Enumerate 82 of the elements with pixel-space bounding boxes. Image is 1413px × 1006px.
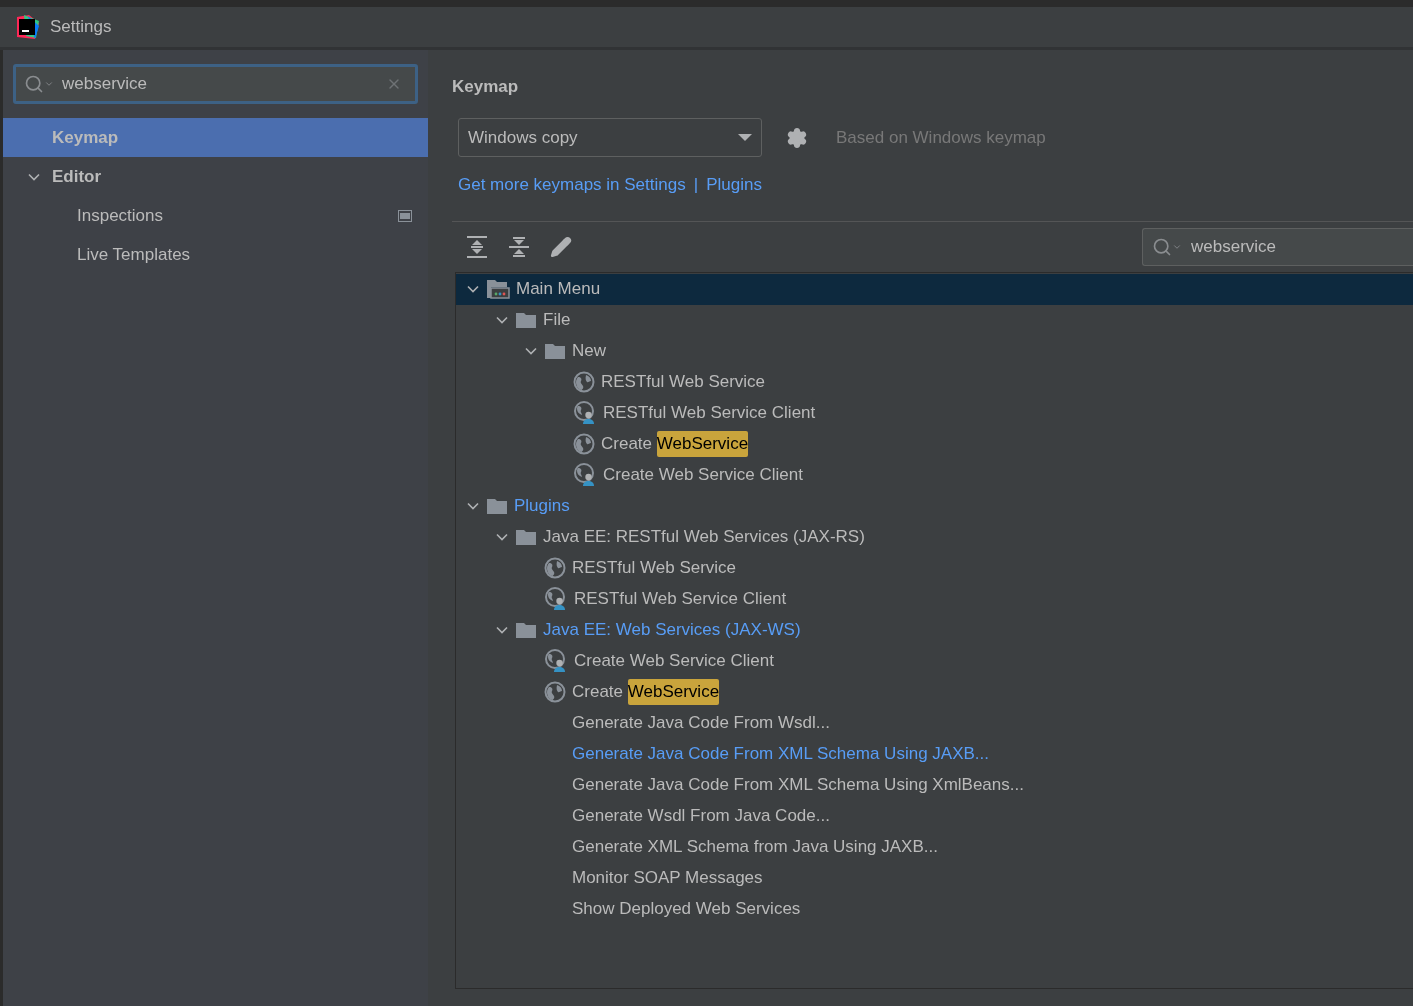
globe-icon	[573, 433, 595, 455]
action-label: RESTful Web Service	[572, 557, 737, 580]
nav-label: Inspections	[77, 204, 163, 227]
action-label: New	[572, 340, 606, 363]
folder-icon	[515, 621, 537, 639]
caret-icon	[738, 133, 752, 142]
tree-row[interactable]: Generate XML Schema from Java Using JAXB...	[456, 831, 1413, 863]
tree-row[interactable]: File	[456, 304, 1413, 336]
settings-search-field[interactable]: webservice	[13, 64, 418, 104]
action-label: Create Web Service Client	[574, 650, 774, 673]
tree-row[interactable]: Show Deployed Web Services	[456, 893, 1413, 925]
tree-row[interactable]: Java EE: Web Services (JAX-WS)	[456, 614, 1413, 646]
action-label: Create	[572, 681, 625, 704]
tree-row[interactable]: RESTful Web Service Client	[456, 583, 1413, 615]
action-label: Generate Wsdl From Java Code...	[572, 805, 830, 828]
action-label: RESTful Web Service	[601, 371, 766, 394]
search-icon	[1152, 236, 1182, 257]
action-label: Generate Java Code From XML Schema Using JAXB...	[572, 743, 989, 766]
settings-link[interactable]: Get more keymaps in Settings	[458, 172, 686, 198]
tree-row[interactable]: Generate Java Code From XML Schema Using XmlBeans...	[456, 769, 1413, 801]
folder-icon	[486, 497, 508, 515]
tree-row[interactable]: Create WebService	[456, 428, 1413, 460]
action-label: RESTful Web Service Client	[574, 588, 787, 611]
link-separator: |	[693, 174, 699, 196]
edit-icon[interactable]	[550, 235, 572, 258]
action-label: Show Deployed Web Services	[572, 898, 801, 921]
settings-nav-item[interactable]: Live Templates	[3, 235, 428, 274]
nav-label: Keymap	[52, 126, 119, 149]
folder-icon	[544, 342, 566, 360]
search-icon	[24, 74, 54, 94]
action-label: Create Web Service Client	[603, 464, 803, 487]
globe-icon	[573, 371, 595, 393]
search-match-highlight: WebService	[627, 679, 720, 705]
tree-row[interactable]: Generate Java Code From XML Schema Using JAXB...	[456, 738, 1413, 770]
settings-link[interactable]: Plugins	[706, 172, 762, 198]
action-label: Generate XML Schema from Java Using JAXB...	[572, 836, 938, 859]
keymap-description: Based on Windows keymap	[836, 126, 1046, 149]
action-label: Monitor SOAP Messages	[572, 867, 763, 890]
folder-icon	[515, 528, 537, 546]
settings-icon[interactable]	[786, 126, 808, 149]
tree-row[interactable]: Java EE: RESTful Web Services (JAX-RS)	[456, 521, 1413, 553]
tree-row[interactable]: Generate Wsdl From Java Code...	[456, 800, 1413, 832]
settings-nav-item[interactable]: Inspections	[3, 196, 428, 235]
tree-row[interactable]: Monitor SOAP Messages	[456, 862, 1413, 894]
globe-icon	[544, 681, 566, 703]
tree-row[interactable]: Create Web Service Client	[456, 645, 1413, 677]
tree-row[interactable]: Create WebService	[456, 676, 1413, 708]
folder-menu-icon	[486, 279, 510, 299]
tree-row[interactable]: RESTful Web Service	[456, 552, 1413, 584]
globe-user-icon	[544, 649, 568, 673]
globe-user-icon	[573, 463, 597, 487]
window-title: Settings	[50, 16, 112, 39]
globe-user-icon	[544, 587, 568, 611]
search-match-highlight: WebService	[656, 431, 749, 457]
tree-row[interactable]: Generate Java Code From Wsdl...	[456, 707, 1413, 739]
tree-row[interactable]: Main Menu	[456, 273, 1413, 305]
collapse-all-icon[interactable]	[508, 234, 530, 259]
tree-row[interactable]: RESTful Web Service	[456, 366, 1413, 398]
tree-row[interactable]: RESTful Web Service Client	[456, 397, 1413, 429]
globe-user-icon	[573, 401, 597, 425]
tree-row[interactable]: New	[456, 335, 1413, 367]
action-label: Plugins	[514, 495, 570, 518]
action-label: Java EE: Web Services (JAX-WS)	[543, 619, 801, 642]
globe-icon	[544, 557, 566, 579]
page-heading: Keymap	[452, 76, 520, 96]
action-label: Generate Java Code From XML Schema Using XmlBeans...	[572, 774, 1024, 797]
tree-row[interactable]: Plugins	[456, 490, 1413, 522]
nav-label: Live Templates	[77, 243, 191, 266]
nav-label: Editor	[52, 165, 102, 188]
action-label: File	[543, 309, 571, 332]
filter-field[interactable]: webservice	[1142, 227, 1413, 266]
action-label: Generate Java Code From Wsdl...	[572, 712, 830, 735]
action-label: Main Menu	[516, 278, 601, 301]
expand-all-icon[interactable]	[466, 234, 488, 259]
action-label: RESTful Web Service Client	[603, 402, 816, 425]
folder-icon	[515, 311, 537, 329]
action-label: Create	[601, 433, 654, 456]
keymap-dropdown[interactable]: Windows copy	[458, 118, 762, 157]
app-logo-icon	[14, 14, 40, 40]
tree-row[interactable]: Create Web Service Client	[456, 459, 1413, 491]
settings-nav-item[interactable]: Editor	[3, 157, 428, 196]
action-label: Java EE: RESTful Web Services (JAX-RS)	[543, 526, 865, 549]
